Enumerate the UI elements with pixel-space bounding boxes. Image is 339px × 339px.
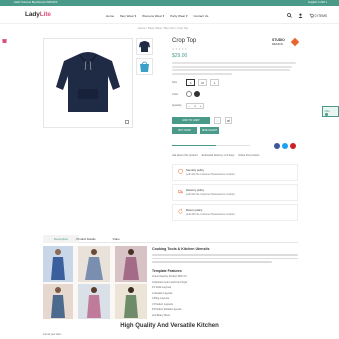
header-icons: 0 ITEMS bbox=[286, 13, 327, 18]
policy-title: Security policy bbox=[186, 168, 205, 172]
feature-item: 8 Product Details Layouts bbox=[152, 308, 182, 311]
truck-icon bbox=[178, 190, 183, 194]
body-text-line bbox=[152, 254, 298, 256]
section-body-text: Just at your door... bbox=[43, 333, 63, 336]
return-arrow-icon bbox=[178, 209, 183, 214]
size-label: Size bbox=[172, 81, 178, 84]
zoom-icon[interactable] bbox=[125, 120, 129, 124]
size-option-m[interactable]: M bbox=[198, 79, 207, 86]
brand-mark-icon bbox=[290, 37, 300, 47]
feature-item: 3 Product Layouts bbox=[152, 302, 173, 306]
description-line bbox=[172, 72, 232, 75]
section-title: Cooking Tools & Kitchen Utensils bbox=[152, 247, 210, 251]
pinterest-share-icon[interactable] bbox=[290, 143, 296, 149]
return-policy-card: Return policy (edit with the Customer Re… bbox=[172, 204, 298, 221]
policy-description: (edit with the Customer Reassurance modu… bbox=[186, 193, 235, 196]
breadcrumb[interactable]: Home / Party Wear / Men Set / Crop Top bbox=[138, 26, 188, 30]
color-swatch-black[interactable] bbox=[194, 91, 200, 97]
promo-text: Hello! Summer Big Discount 60%OFF bbox=[14, 1, 58, 4]
description-collage-image bbox=[43, 246, 147, 319]
description-line bbox=[172, 69, 290, 71]
quantity-value[interactable]: 1 bbox=[194, 104, 196, 108]
product-tabs: Description Product Details Video bbox=[43, 235, 298, 243]
product-title: Crop Top bbox=[172, 38, 197, 44]
progress-bar-track bbox=[216, 145, 250, 147]
quantity-increase[interactable]: + bbox=[200, 104, 202, 108]
feature-item: Unlimited Color and Font Style bbox=[152, 280, 188, 284]
security-policy-card: Security policy (edit with the Customer … bbox=[172, 164, 298, 181]
product-thumbnail-1[interactable] bbox=[136, 38, 153, 55]
nav-item-home[interactable]: Home bbox=[106, 14, 114, 18]
feature-item: and Many More bbox=[152, 313, 171, 317]
delivery-info: Estimated delivery: 2-5 days bbox=[201, 154, 235, 157]
quantity-stepper[interactable]: − 1 + bbox=[186, 103, 204, 109]
language-currency-selector[interactable]: English ▾ USD ▾ bbox=[308, 1, 327, 4]
hoodie-image bbox=[56, 52, 120, 112]
compare-icon: ⇄ bbox=[227, 118, 230, 123]
body-text-line bbox=[152, 261, 272, 263]
user-icon[interactable] bbox=[298, 13, 303, 18]
feature-item: Great Opacity Perfect With Fit bbox=[152, 275, 187, 278]
product-price: $29.00 bbox=[172, 53, 188, 59]
side-offer-widget[interactable]: Offer bbox=[322, 106, 339, 117]
rating-stars: ★★★★★ bbox=[172, 47, 188, 51]
bag-thumbnail-image bbox=[140, 61, 149, 72]
size-option-s[interactable]: S bbox=[186, 79, 195, 86]
feature-item: 2 Header Layouts bbox=[152, 291, 173, 295]
wishlist-button[interactable]: ♡ bbox=[214, 117, 221, 124]
nav-item-men-wear[interactable]: Men Wear ▾ bbox=[120, 14, 136, 18]
cart-button[interactable]: 0 ITEMS bbox=[309, 13, 327, 18]
share-link[interactable]: Share this product bbox=[238, 154, 259, 157]
policy-title: Delivery policy bbox=[186, 188, 205, 192]
tab-video[interactable]: Video bbox=[98, 235, 134, 243]
fashion-models-illustration bbox=[43, 246, 147, 319]
size-chart-button[interactable]: SIZE CHART bbox=[200, 127, 219, 134]
section-heading: High Quality And Versatile Kitchen bbox=[120, 323, 219, 329]
feature-item: 4 Blog Layouts bbox=[152, 297, 170, 300]
main-nav: Home Men Wear ▾ Womens Wear ▾ Party Wear… bbox=[106, 14, 208, 18]
color-label: Color bbox=[172, 93, 179, 96]
size-option-l[interactable]: L bbox=[210, 79, 219, 86]
quantity-decrease[interactable]: − bbox=[189, 104, 191, 108]
template-features-title: Template Features bbox=[152, 269, 182, 273]
nav-item-contact-us[interactable]: Contact Us bbox=[194, 14, 209, 18]
policy-description: (edit with the Customer Reassurance modu… bbox=[186, 173, 235, 176]
delivery-policy-card: Delivery policy (edit with the Customer … bbox=[172, 184, 298, 201]
logo-text: Lady bbox=[25, 11, 40, 18]
product-actions: Ask about this product Estimated deliver… bbox=[172, 154, 259, 157]
body-text-line bbox=[152, 257, 298, 260]
policy-description: (edit with the Customer Reassurance modu… bbox=[186, 213, 235, 216]
cart-icon bbox=[309, 13, 314, 18]
description-line bbox=[172, 62, 296, 64]
quantity-label: Quantity bbox=[172, 104, 182, 107]
cart-count: 0 ITEMS bbox=[314, 13, 327, 18]
compare-button[interactable]: ⇄ bbox=[225, 117, 232, 124]
product-thumbnail-2[interactable] bbox=[136, 58, 153, 75]
site-header: LadyLite Home Men Wear ▾ Womens Wear ▾ P… bbox=[0, 6, 339, 24]
heart-icon: ♡ bbox=[216, 118, 219, 123]
description-line bbox=[172, 65, 292, 68]
brand-logo-text-2: DESIGN bbox=[272, 42, 283, 46]
feature-item: 15 Solid Layouts bbox=[152, 286, 172, 289]
product-main-image[interactable] bbox=[43, 38, 133, 128]
nav-item-womens-wear[interactable]: Womens Wear ▾ bbox=[142, 14, 164, 18]
floating-gift-icon[interactable] bbox=[2, 38, 7, 43]
policy-title: Return policy bbox=[186, 208, 203, 212]
site-logo[interactable]: LadyLite bbox=[25, 11, 51, 18]
brand-logo[interactable]: STUDIO DESIGN bbox=[272, 37, 300, 49]
shield-icon bbox=[178, 169, 183, 174]
hoodie-thumbnail-image bbox=[139, 41, 150, 52]
search-icon[interactable] bbox=[286, 13, 292, 18]
side-widget-dot-icon bbox=[325, 113, 328, 116]
nav-item-party-wear[interactable]: Party Wear ▾ bbox=[170, 14, 187, 18]
buy-now-button[interactable]: BUY NOW bbox=[172, 127, 197, 134]
ask-question-link[interactable]: Ask about this product bbox=[172, 154, 198, 157]
logo-accent-text: Lite bbox=[39, 11, 51, 18]
twitter-share-icon[interactable] bbox=[282, 143, 288, 149]
progress-bar-fill bbox=[172, 145, 216, 147]
facebook-share-icon[interactable] bbox=[274, 143, 280, 149]
add-to-cart-button[interactable]: ADD TO CART bbox=[172, 117, 210, 124]
color-swatch-white[interactable] bbox=[186, 91, 192, 97]
